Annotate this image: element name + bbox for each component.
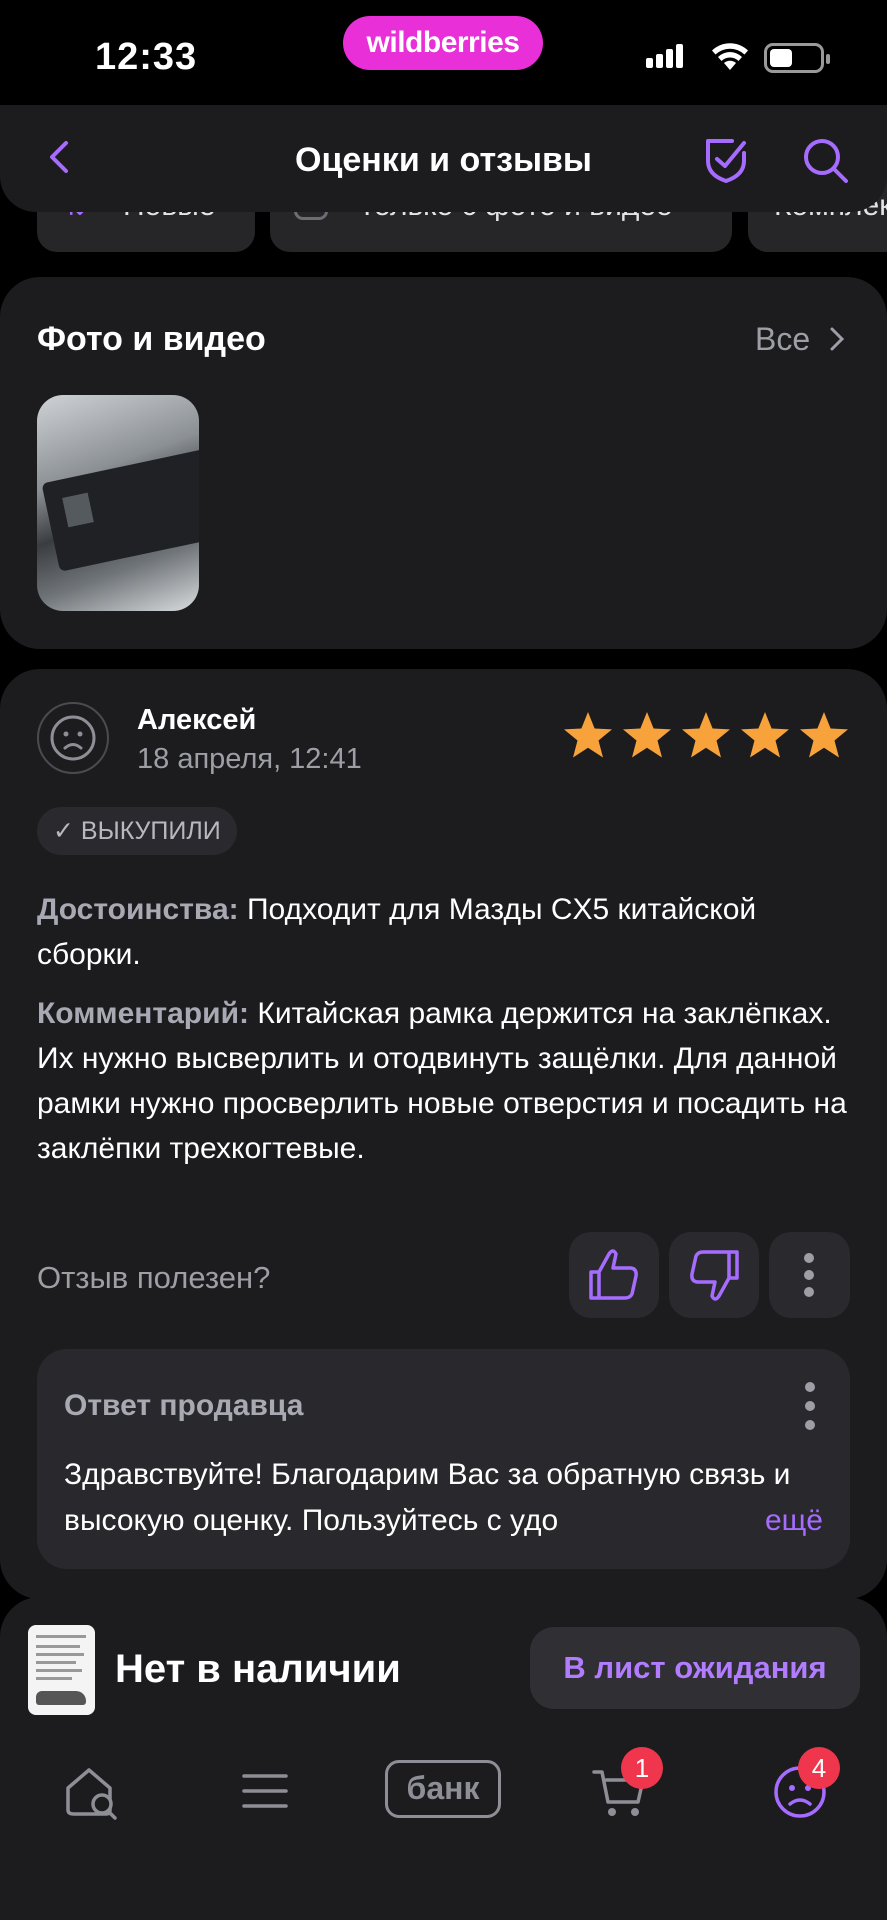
purchased-badge: ✓ ВЫКУПИЛИ (37, 807, 237, 855)
page-title: Оценки и отзывы (295, 141, 592, 179)
stock-status: Нет в наличии (115, 1647, 401, 1691)
star-icon (682, 712, 730, 758)
seller-reply: Ответ продавца Здравствуйте! Благодарим … (37, 1349, 850, 1569)
seller-reply-more-link[interactable]: ещё (724, 1498, 823, 1544)
waitlist-button[interactable]: В лист ожидания (530, 1627, 860, 1709)
seller-reply-text: Здравствуйте! Благодарим Вас за обратную… (64, 1458, 791, 1537)
status-time: 12:33 (95, 36, 198, 78)
bank-tab[interactable]: банк (385, 1760, 501, 1818)
profile-count-badge: 4 (798, 1747, 840, 1789)
review-card: Алексей 18 апреля, 12:41 ✓ ВЫКУПИЛИ Дост… (0, 669, 887, 1599)
top-header: Оценки и отзывы (0, 105, 887, 212)
user-avatar-icon (37, 702, 109, 774)
star-icon (741, 712, 789, 758)
product-thumbnail[interactable] (28, 1625, 95, 1715)
review-useful-label: Отзыв полезен? (37, 1260, 271, 1295)
wifi-icon (712, 43, 748, 70)
brand-logo: wildberries (343, 16, 543, 70)
review-pros: Достоинства: Подходит для Мазды CX5 кита… (37, 893, 757, 971)
star-icon (800, 712, 848, 758)
photos-title: Фото и видео (37, 320, 266, 358)
battery-icon (764, 43, 830, 73)
cellular-signal-icon (646, 44, 686, 68)
seller-reply-title: Ответ продавца (64, 1389, 304, 1422)
catalog-menu-icon[interactable] (240, 1762, 290, 1820)
review-comment: Комментарий: Китайская рамка держится на… (37, 997, 847, 1165)
photos-section: Фото и видео Все (0, 277, 887, 649)
review-date: 18 апреля, 12:41 (137, 743, 362, 775)
shield-check-icon[interactable] (702, 135, 750, 185)
review-more-button[interactable] (769, 1232, 850, 1318)
like-button[interactable] (569, 1232, 659, 1318)
thumbs-down-icon (690, 1250, 739, 1301)
home-search-icon[interactable] (62, 1762, 120, 1820)
thumbs-up-icon (589, 1249, 638, 1300)
more-vertical-icon (804, 1253, 814, 1297)
bottom-panel: Нет в наличии В лист ожидания банк 1 4 (0, 1597, 887, 1920)
review-author: Алексей (137, 704, 257, 736)
dislike-button[interactable] (669, 1232, 759, 1318)
star-icon (623, 712, 671, 758)
more-vertical-icon[interactable] (800, 1379, 820, 1433)
photos-all-link[interactable]: Все (755, 321, 847, 358)
search-icon[interactable] (800, 135, 852, 187)
chevron-right-icon (830, 327, 845, 351)
cart-count-badge: 1 (621, 1747, 663, 1789)
rating-stars (560, 709, 850, 770)
star-icon (564, 712, 612, 758)
status-bar: 12:33 wildberries (0, 0, 887, 105)
review-photo-thumbnail[interactable] (37, 395, 199, 611)
